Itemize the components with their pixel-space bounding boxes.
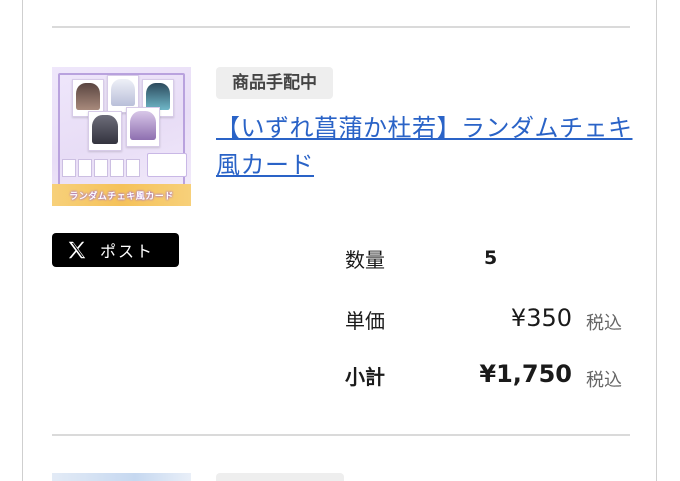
x-logo-icon: [66, 239, 88, 261]
item-divider-bottom: [52, 434, 630, 436]
thumbnail-info-box: [147, 153, 187, 177]
next-status-badge: [216, 473, 344, 481]
thumbnail-mini-card: [78, 159, 92, 177]
thumbnail-mini-card: [94, 159, 108, 177]
status-badge: 商品手配中: [216, 67, 333, 99]
thumbnail-mini-card: [62, 159, 76, 177]
unit-price-tax-note: 税込: [586, 313, 622, 334]
product-title-link[interactable]: 【いずれ菖蒲か杜若】ランダムチェキ風カード: [216, 110, 636, 184]
right-border: [656, 0, 657, 481]
quantity-value: 5: [484, 247, 498, 269]
post-button-label: ポスト: [100, 242, 155, 261]
quantity-label: 数量: [345, 248, 385, 272]
thumbnail-mini-card: [126, 159, 140, 177]
cart-page: ランダムチェキ風カード 商品手配中 【いずれ菖蒲か杜若】ランダムチェキ風カード …: [0, 0, 680, 481]
thumbnail-mini-card: [110, 159, 124, 177]
subtotal-label: 小計: [345, 365, 385, 389]
subtotal-tax-note: 税込: [586, 370, 622, 391]
next-product-thumbnail[interactable]: [52, 473, 191, 481]
item-divider-top: [52, 26, 630, 28]
thumbnail-banner: ランダムチェキ風カード: [52, 184, 191, 206]
subtotal-value: ¥1,750: [479, 360, 572, 388]
unit-price-value: ¥350: [510, 304, 572, 332]
x-post-button[interactable]: ポスト: [52, 233, 179, 267]
thumbnail-card: [126, 107, 160, 147]
left-border: [22, 0, 23, 481]
unit-price-label: 単価: [345, 309, 385, 333]
product-thumbnail[interactable]: ランダムチェキ風カード: [52, 67, 191, 206]
thumbnail-card: [88, 111, 122, 151]
